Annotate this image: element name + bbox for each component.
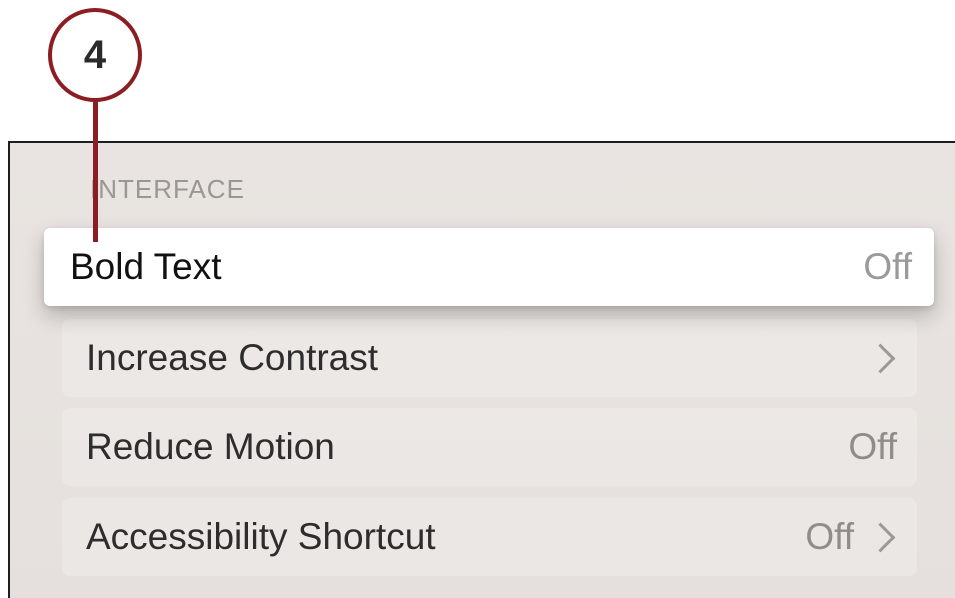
setting-row-increase-contrast[interactable]: Increase Contrast — [62, 319, 917, 397]
setting-label: Accessibility Shortcut — [86, 516, 436, 557]
setting-value-group — [865, 343, 897, 373]
setting-label: Reduce Motion — [86, 426, 335, 467]
setting-value-group: Off — [863, 246, 912, 288]
settings-panel: INTERFACE Bold Text Off Increase Contras… — [8, 141, 955, 598]
screenshot-stage: 4 INTERFACE Bold Text Off Increase Contr… — [0, 0, 955, 598]
callout-marker: 4 — [48, 8, 142, 102]
setting-value-group: Off — [848, 426, 897, 468]
setting-row-bold-text[interactable]: Bold Text Off — [44, 228, 934, 306]
callout-leader-line — [93, 100, 98, 242]
setting-value: Off — [848, 426, 897, 467]
setting-label: Increase Contrast — [86, 337, 379, 378]
setting-value: Off — [863, 246, 912, 287]
chevron-right-icon — [865, 522, 896, 552]
setting-label: Bold Text — [70, 246, 222, 287]
section-header-interface: INTERFACE — [90, 174, 245, 204]
setting-value: Off — [805, 516, 854, 557]
setting-value-group: Off — [805, 516, 897, 558]
chevron-right-icon — [865, 343, 896, 373]
setting-row-reduce-motion[interactable]: Reduce Motion Off — [62, 408, 917, 486]
callout-number: 4 — [83, 33, 107, 77]
setting-row-accessibility-shortcut[interactable]: Accessibility Shortcut Off — [62, 498, 917, 576]
